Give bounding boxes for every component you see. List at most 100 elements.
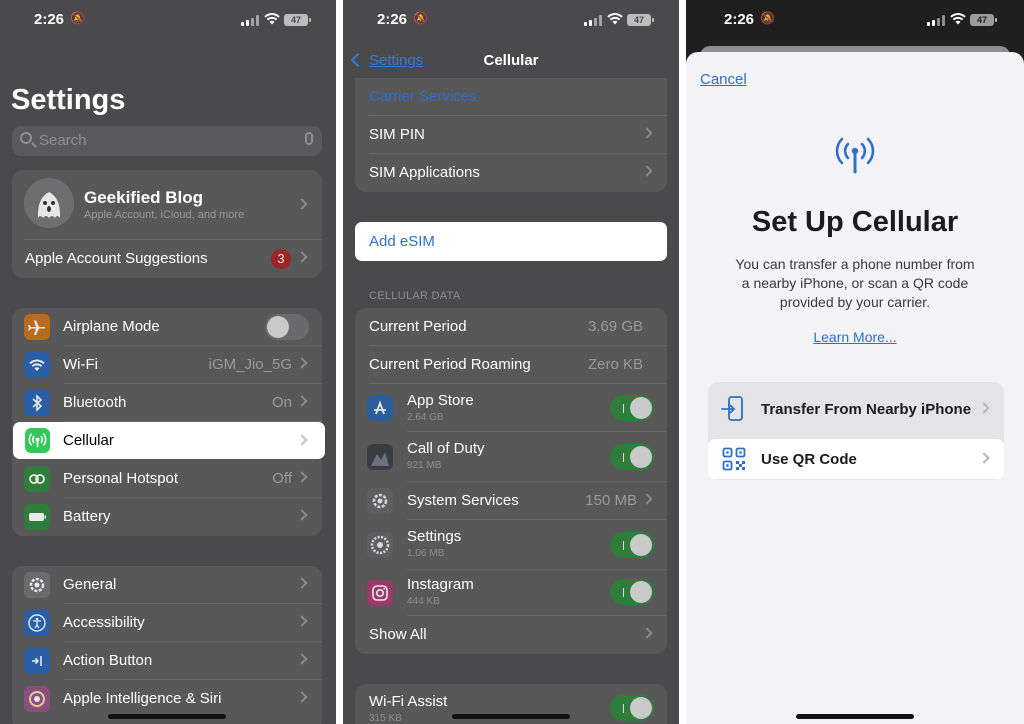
app-store-toggle[interactable]: [610, 395, 654, 421]
microphone-icon[interactable]: [305, 132, 313, 145]
bluetooth-icon: [24, 390, 50, 416]
app-store-icon: [367, 395, 393, 421]
call-of-duty-icon: [367, 444, 393, 470]
setup-sheet: Cancel Set Up Cellular You can transfer …: [686, 52, 1024, 724]
call-of-duty-toggle[interactable]: [610, 444, 654, 470]
show-all-row[interactable]: Show All: [355, 616, 667, 654]
chevron-right-icon: [296, 434, 308, 446]
app-row-settings: Settings 1.06 MB: [355, 520, 667, 570]
chevron-right-icon: [296, 577, 308, 589]
transfer-label: Transfer From Nearby iPhone: [761, 401, 972, 418]
action-button-icon: [24, 648, 50, 674]
wifi-assist-label: Wi-Fi Assist: [369, 693, 448, 710]
sim-applications-row[interactable]: SIM Applications: [355, 154, 667, 192]
airplane-label: Airplane Mode: [63, 318, 160, 335]
sim-pin-row[interactable]: SIM PIN: [355, 116, 667, 154]
roaming-value: Zero KB: [587, 356, 643, 373]
page-title: Cellular: [483, 52, 539, 69]
status-time: 2:26: [377, 11, 408, 28]
settings-row-airplane[interactable]: Airplane Mode: [12, 308, 322, 346]
wifi-status-icon: [607, 13, 623, 25]
show-all-label: Show All: [369, 626, 427, 643]
wifi-status-icon: [264, 13, 280, 25]
wifi-status-icon: [950, 13, 966, 25]
settings-row-apple-intelligence[interactable]: Apple Intelligence & Siri: [12, 680, 322, 718]
learn-more-link[interactable]: Learn More...: [686, 329, 1024, 345]
system-services-row[interactable]: System Services 150 MB: [355, 482, 667, 520]
airplane-toggle[interactable]: [265, 314, 309, 340]
setup-cellular-panel: 2:26 🔕 47 Cancel Set Up Cellular You can…: [686, 0, 1024, 724]
settings-row-bluetooth[interactable]: Bluetooth On: [12, 384, 322, 422]
battery-label: Battery: [63, 508, 111, 525]
accessibility-label: Accessibility: [63, 614, 145, 631]
settings-row-wifi[interactable]: Wi-Fi iGM_Jio_5G: [12, 346, 322, 384]
instagram-icon: [367, 580, 393, 606]
settings-panel: 2:26 🔕 47 Settings Search Geekified Blog…: [0, 0, 336, 724]
current-period-label: Current Period: [369, 318, 467, 335]
chevron-right-icon: [296, 615, 308, 627]
settings-row-action-button[interactable]: Action Button: [12, 642, 322, 680]
signal-icon: [241, 15, 259, 26]
app-name: App Store: [407, 392, 474, 409]
divider: [336, 0, 343, 724]
carrier-services-row[interactable]: Carrier Services: [355, 78, 667, 116]
chevron-right-icon: [641, 627, 653, 639]
cancel-button[interactable]: Cancel: [700, 71, 747, 88]
home-indicator: [796, 714, 914, 719]
transfer-phone-icon: [721, 396, 743, 421]
cellular-icon: [25, 428, 50, 453]
settings-row-general[interactable]: General: [12, 566, 322, 604]
current-period-row: Current Period 3.69 GB: [355, 308, 667, 346]
chevron-right-icon: [296, 251, 308, 263]
account-suggestions-label: Apple Account Suggestions: [25, 250, 208, 267]
add-esim-button[interactable]: Add eSIM: [355, 222, 667, 261]
wifi-icon: [24, 352, 50, 378]
general-group: General Accessibility Action Button Appl…: [12, 566, 322, 724]
add-esim-label: Add eSIM: [369, 233, 435, 250]
app-row-instagram: Instagram 444 KB: [355, 570, 667, 616]
chevron-right-icon: [296, 691, 308, 703]
instagram-toggle[interactable]: [610, 579, 654, 605]
account-group: Geekified Blog Apple Account, iCloud, an…: [12, 170, 322, 278]
app-name: Instagram: [407, 576, 474, 593]
accessibility-icon: [24, 610, 50, 636]
system-services-gear-icon: [367, 488, 393, 514]
sheet-description: You can transfer a phone number from a n…: [735, 256, 975, 310]
battery-status: 47: [284, 14, 311, 26]
current-period-value: 3.69 GB: [587, 318, 643, 335]
settings-row-cellular[interactable]: Cellular: [13, 422, 325, 459]
chevron-right-icon: [641, 127, 653, 139]
account-suggestions-row[interactable]: Apple Account Suggestions 3: [12, 240, 322, 278]
settings-row-accessibility[interactable]: Accessibility: [12, 604, 322, 642]
transfer-from-iphone-option[interactable]: Transfer From Nearby iPhone: [708, 389, 1004, 429]
gear-icon: [24, 572, 50, 598]
wifi-assist-toggle[interactable]: [610, 695, 654, 721]
apple-intelligence-label: Apple Intelligence & Siri: [63, 690, 222, 707]
settings-gear-icon: [367, 532, 393, 558]
bluetooth-label: Bluetooth: [63, 394, 127, 411]
general-label: General: [63, 576, 117, 593]
search-input[interactable]: Search: [12, 126, 322, 156]
use-qr-code-option[interactable]: Use QR Code: [708, 439, 1004, 479]
roaming-label: Current Period Roaming: [369, 356, 531, 373]
wifi-value: iGM_Jio_5G: [208, 356, 292, 373]
settings-toggle[interactable]: [610, 532, 654, 558]
apple-intelligence-icon: [24, 686, 50, 712]
home-indicator: [452, 714, 570, 719]
bluetooth-value: On: [271, 394, 292, 411]
page-title: Settings: [11, 84, 126, 116]
settings-row-hotspot[interactable]: Personal Hotspot Off: [12, 460, 322, 498]
sim-group: Carrier Services SIM PIN SIM Application…: [355, 78, 667, 192]
carrier-services-label: Carrier Services: [369, 88, 477, 105]
chevron-right-icon: [641, 165, 653, 177]
app-row-call-of-duty: Call of Duty 921 MB: [355, 432, 667, 482]
home-indicator: [108, 714, 226, 719]
account-name: Geekified Blog: [84, 188, 204, 207]
status-time: 2:26: [724, 11, 755, 28]
app-row-app-store: App Store 2.64 GB: [355, 384, 667, 432]
status-bar: 2:26 🔕 47: [343, 6, 679, 34]
chevron-right-icon: [296, 471, 308, 483]
settings-row-battery[interactable]: Battery: [12, 498, 322, 536]
status-bar: 2:26 🔕 47: [686, 6, 1024, 34]
account-row[interactable]: Geekified Blog Apple Account, iCloud, an…: [12, 170, 322, 240]
